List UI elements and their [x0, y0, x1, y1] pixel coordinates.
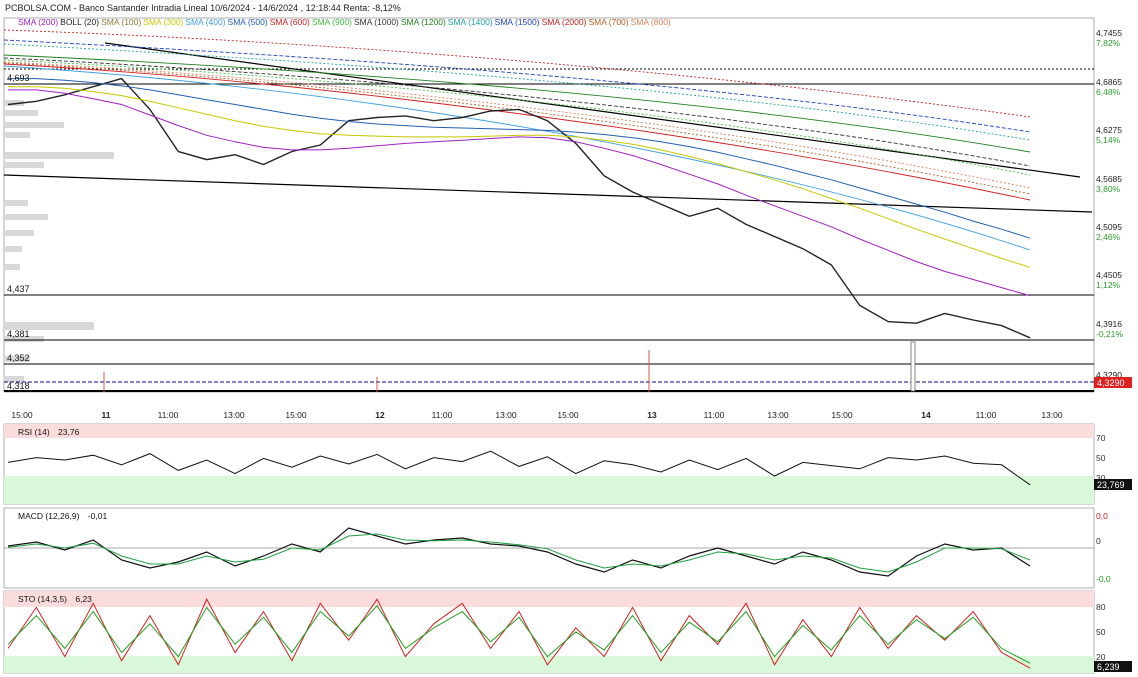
price-pct-tick: 2,46%	[1096, 232, 1121, 242]
x-tick-label: 15:00	[831, 410, 853, 420]
macd-last-value: -0,01	[87, 511, 108, 521]
macd-signal-line	[7, 533, 1031, 573]
legend-item: BOLL (20)	[60, 17, 100, 27]
x-tick-label: 11:00	[976, 410, 997, 420]
osc-y-tick: -0,0	[1096, 574, 1111, 584]
osc-y-tick: 0,0	[1096, 511, 1108, 521]
legend-item: SMA (1400)	[447, 17, 493, 27]
x-axis: 15:00 11 11:00 13:00 15:00 12 11:00 13:00 15:00 1…	[11, 410, 1063, 420]
legend-item: SMA (200)	[18, 17, 59, 27]
chart-title: PCBOLSA.COM - Banco Santander Intradia L…	[5, 3, 401, 13]
legend-item: SMA (1200)	[400, 17, 446, 27]
price-pct-tick: 3,80%	[1096, 184, 1121, 194]
rsi-title: RSI (14)	[18, 427, 50, 437]
x-tick-label: 13:00	[767, 410, 789, 420]
price-pct-tick: 7,82%	[1096, 38, 1121, 48]
sma-2000-line	[3, 29, 1031, 118]
legend-item: SMA (900)	[311, 17, 352, 27]
macd-series-group	[4, 527, 1094, 577]
osc-y-tick: 50	[1096, 627, 1106, 637]
osc-y-tick: 70	[1096, 433, 1106, 443]
x-tick-label: 13:00	[495, 410, 517, 420]
x-tick-label: 11:00	[704, 410, 725, 420]
price-y-tick: 4,5685	[1096, 174, 1122, 184]
price-pct-tick: 6,48%	[1096, 87, 1121, 97]
legend-item: SMA (1000)	[354, 17, 399, 27]
x-tick-label: 15:00	[557, 410, 579, 420]
macd-line	[7, 527, 1031, 577]
macd-title: MACD (12,26,9)	[18, 511, 80, 521]
x-tick-label: 12	[375, 410, 385, 420]
chart-header: PCBOLSA.COM - Banco Santander Intradia L…	[5, 3, 401, 13]
x-tick-label: 15:00	[285, 410, 307, 420]
sma-400-line	[3, 65, 1031, 251]
x-tick-label: 14	[921, 410, 931, 420]
rsi-oversold-zone	[4, 476, 1094, 504]
sto-badge: 6,239	[1097, 662, 1120, 672]
x-tick-label: 13:00	[1041, 410, 1063, 420]
level-label: 4,437	[7, 284, 30, 294]
price-series-group	[7, 77, 1031, 339]
price-y-tick: 4,3916	[1096, 319, 1122, 329]
sto-last-value: 6,23	[75, 594, 92, 604]
volume-bar-highlight	[910, 341, 916, 392]
oscillator-axes: 7050300,00-0,0805020	[1096, 433, 1111, 662]
sma-800-line	[3, 61, 1031, 189]
sto-panel-label: STO (14,3,5) 6,23	[18, 594, 92, 604]
price-y-tick: 4,5095	[1096, 222, 1122, 232]
volume-spikes	[103, 350, 650, 392]
legend-item: SMA (500)	[227, 17, 268, 27]
x-tick-label: 11:00	[158, 410, 179, 420]
rsi-badge: 23,769	[1097, 480, 1125, 490]
x-tick-label: 13:00	[223, 410, 245, 420]
sto-oversold-zone	[4, 656, 1094, 673]
legend-item: SMA (1500)	[494, 17, 540, 27]
macd-panel-label: MACD (12,26,9) -0,01	[18, 511, 107, 521]
indicator-legend: SMA (200) BOLL (20) SMA (100) SMA (300) SMA …	[18, 17, 673, 27]
price-y-tick: 4,6275	[1096, 125, 1122, 135]
legend-item: SMA (300)	[143, 17, 184, 27]
price-y-tick: 4,6865	[1096, 77, 1122, 87]
last-price-badge: 4,3290	[1097, 378, 1125, 388]
precio-line	[7, 77, 1031, 339]
rsi-overbought-zone	[4, 424, 1094, 438]
price-pct-tick: 1,12%	[1096, 280, 1121, 290]
price-y-axis: 4,7455 4,6865 4,6275 4,5685 4,5095 4,4505 4,39…	[1096, 28, 1122, 380]
long-moving-averages	[3, 29, 1031, 251]
osc-y-tick: 50	[1096, 453, 1106, 463]
legend-item: SMA (600)	[269, 17, 310, 27]
x-tick-label: 11:00	[432, 410, 453, 420]
sto-overbought-zone	[4, 591, 1094, 607]
level-label: 4,318	[7, 381, 30, 391]
legend-item: SMA (800)	[630, 17, 671, 27]
level-label: 4,381	[7, 329, 30, 339]
rsi-panel-label: RSI (14) 23,76	[18, 427, 79, 437]
price-y-tick: 4,4505	[1096, 270, 1122, 280]
price-y-tick: 4,7455	[1096, 28, 1122, 38]
trend-lines	[3, 42, 1093, 213]
legend-item: SMA (700)	[588, 17, 629, 27]
level-label: 4,693	[7, 73, 30, 83]
price-pct-tick: 5,14%	[1096, 135, 1121, 145]
legend-item: SMA (2000)	[541, 17, 587, 27]
level-label: 4,352	[7, 353, 30, 363]
sto-title: STO (14,3,5)	[18, 594, 67, 604]
osc-y-tick: 0	[1096, 536, 1101, 546]
x-tick-label: 11	[102, 410, 111, 420]
rsi-last-value: 23,76	[58, 427, 80, 437]
legend-item: SMA (100)	[101, 17, 142, 27]
osc-y-tick: 80	[1096, 602, 1106, 612]
x-tick-label: 13	[647, 410, 657, 420]
chart-root: 4,7455 4,6865 4,6275 4,5685 4,5095 4,4505 4,39…	[0, 0, 1138, 677]
chart-canvas: 4,7455 4,6865 4,6275 4,5685 4,5095 4,4505 4,39…	[3, 17, 1132, 674]
osc-y-tick: 20	[1096, 652, 1106, 662]
x-tick-label: 15:00	[11, 410, 33, 420]
legend-item: SMA (400)	[185, 17, 226, 27]
price-pct-tick: -0,21%	[1096, 329, 1123, 339]
